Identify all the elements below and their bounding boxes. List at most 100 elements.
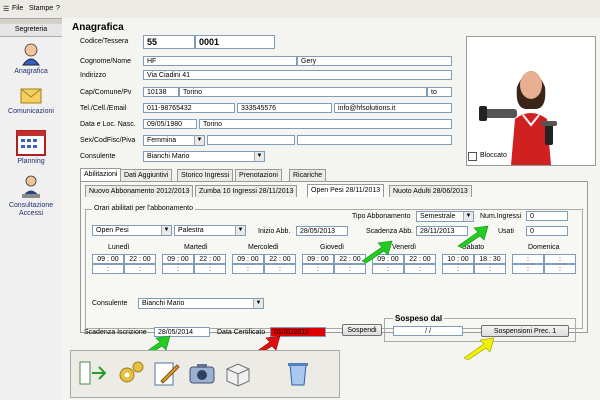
bottom-toolbar xyxy=(70,350,340,398)
abb-consulente-label: Consulente xyxy=(92,300,128,307)
sospeso-date-field[interactable]: / / xyxy=(393,326,463,336)
indirizzo-field[interactable]: Via Ciadini 41 xyxy=(143,70,452,80)
day-lunedi-to-2[interactable]: : xyxy=(124,264,156,274)
settings-icon[interactable] xyxy=(115,359,145,387)
day-martedi-to[interactable]: 22 : 00 xyxy=(194,254,226,264)
avatar-photo-icon xyxy=(467,37,595,165)
person-desk-icon xyxy=(22,175,40,198)
day-domenica-from[interactable]: : xyxy=(512,254,544,264)
tel-field[interactable]: 011-98765432 xyxy=(143,103,235,113)
camera-icon[interactable] xyxy=(187,359,217,387)
area-value: Palestra xyxy=(178,227,204,234)
day-mercoledi-from[interactable]: 09 : 00 xyxy=(232,254,264,264)
day-mercoledi-to-2[interactable]: : xyxy=(264,264,296,274)
day-martedi-from[interactable]: 09 : 00 xyxy=(162,254,194,264)
area-select[interactable]: Palestra ▼ xyxy=(174,225,246,236)
sidebar-item-anagrafica[interactable]: Anagrafica xyxy=(0,42,62,75)
day-mercoledi-from-2[interactable]: : xyxy=(232,264,264,274)
day-giovedi-from[interactable]: 09 : 00 xyxy=(302,254,334,264)
green-arrow-icon xyxy=(361,240,393,263)
sidebar-item-planning[interactable]: Planning xyxy=(0,130,62,165)
bloccato-checkbox[interactable] xyxy=(468,152,477,161)
usati-field[interactable]: 0 xyxy=(526,226,568,236)
subtab-bar: Nuovo Abbonamento 2012/2013 Zumba 10 Ing… xyxy=(85,184,575,197)
day-lunedi-from[interactable]: 09 : 00 xyxy=(92,254,124,264)
tab-abilitazioni[interactable]: Abilitazioni xyxy=(80,168,122,181)
box-icon[interactable] xyxy=(223,359,253,387)
indirizzo-label: Indirizzo xyxy=(80,72,107,79)
menu-help[interactable]: ? xyxy=(56,5,60,12)
tipo-abbonamento-select[interactable]: Semestrale ▼ xyxy=(416,211,474,222)
tel-label: Tel./Cell./Email xyxy=(80,105,127,112)
num-ingressi-label: Num.Ingressi xyxy=(480,213,522,220)
cognome-label: Cognome/Nome xyxy=(80,58,131,65)
day-sabato-from-2[interactable]: : xyxy=(442,264,474,274)
day-lunedi-from-2[interactable]: : xyxy=(92,264,124,274)
subtab-nuoto-adulti[interactable]: Nuoto Adulti 28/06/2013 xyxy=(389,185,472,197)
codfisc-field[interactable] xyxy=(207,135,295,145)
codice-label: Codice/Tessera xyxy=(80,38,129,45)
sesso-value: Femmina xyxy=(147,137,177,144)
day-giovedi-label: Giovedì xyxy=(320,244,345,251)
abb-consulente-select[interactable]: Bianchi Mario ▼ xyxy=(138,298,264,309)
day-domenica-to[interactable]: : xyxy=(544,254,576,264)
sesso-select[interactable]: Femmina ▼ xyxy=(143,135,205,146)
loc-nascita-field[interactable]: Torino xyxy=(199,119,452,129)
day-domenica-label: Domenica xyxy=(528,244,560,251)
day-mercoledi-label: Mercoledì xyxy=(248,244,279,251)
day-lunedi-label: Lunedì xyxy=(108,244,130,251)
cognome-field[interactable]: HF xyxy=(143,56,297,66)
day-venerdi-to-2[interactable]: : xyxy=(404,264,436,274)
pv-field[interactable]: to xyxy=(427,87,452,97)
orari-group: Orari abilitati per l'abbonamento Open P… xyxy=(85,205,583,329)
tab-storico-ingressi[interactable]: Storico Ingressi xyxy=(177,169,234,181)
codice-field[interactable]: 55 xyxy=(143,35,195,49)
day-sabato-to[interactable]: 18 : 30 xyxy=(474,254,506,264)
app-menu-icon[interactable]: ☰ xyxy=(3,5,9,13)
edit-icon[interactable] xyxy=(151,359,181,387)
inizio-field[interactable]: 28/05/2013 xyxy=(296,226,348,236)
tessera-field[interactable]: 0001 xyxy=(195,35,275,49)
day-lunedi-to[interactable]: 22 : 00 xyxy=(124,254,156,264)
num-ingressi-field[interactable]: 0 xyxy=(526,211,568,221)
day-domenica-to-2[interactable]: : xyxy=(544,264,576,274)
sidebar-item-comunicazioni[interactable]: Comunicazioni xyxy=(0,86,62,115)
abb-consulente-value: Bianchi Mario xyxy=(142,300,185,307)
day-sabato-to-2[interactable]: : xyxy=(474,264,506,274)
day-giovedi-to-2[interactable]: : xyxy=(334,264,366,274)
email-field[interactable]: info@hfsolutions.it xyxy=(334,103,452,113)
day-domenica-from-2[interactable]: : xyxy=(512,264,544,274)
tab-ricariche[interactable]: Ricariche xyxy=(289,169,327,181)
day-martedi-to-2[interactable]: : xyxy=(194,264,226,274)
day-giovedi-from-2[interactable]: : xyxy=(302,264,334,274)
section-title: Anagrafica xyxy=(72,22,124,33)
bloccato-label: Bloccato xyxy=(480,152,507,159)
chevron-down-icon: ▼ xyxy=(194,136,204,145)
tab-prenotazioni[interactable]: Prenotazioni xyxy=(235,169,282,181)
cap-field[interactable]: 10138 xyxy=(143,87,179,97)
chevron-down-icon: ▼ xyxy=(161,226,171,235)
menu-stampe[interactable]: Stampe xyxy=(29,5,53,12)
consulente-select[interactable]: Bianchi Mario ▼ xyxy=(143,151,265,162)
data-nascita-field[interactable]: 09/05/1980 xyxy=(143,119,197,129)
menu-file[interactable]: File xyxy=(12,5,23,12)
day-martedi-from-2[interactable]: : xyxy=(162,264,194,274)
day-mercoledi-to[interactable]: 22 : 00 xyxy=(264,254,296,264)
cell-field[interactable]: 333545576 xyxy=(237,103,332,113)
abbonamento-select[interactable]: Open Pesi ▼ xyxy=(92,225,172,236)
delete-icon[interactable] xyxy=(283,359,313,387)
subtab-open-pesi[interactable]: Open Pesi 28/11/2013 xyxy=(307,184,385,197)
nome-field[interactable]: Gery xyxy=(297,56,452,66)
orari-group-title: Orari abilitati per l'abbonamento xyxy=(92,205,196,212)
sidebar-item-consultazione[interactable]: Consultazione Accessi xyxy=(0,174,62,218)
subtab-nuovo-abbonamento[interactable]: Nuovo Abbonamento 2012/2013 xyxy=(85,185,194,197)
comune-field[interactable]: Torino xyxy=(179,87,427,97)
day-venerdi-to[interactable]: 22 : 00 xyxy=(404,254,436,264)
piva-field[interactable] xyxy=(297,135,452,145)
subtab-zumba[interactable]: Zumba 10 Ingressi 28/11/2013 xyxy=(195,185,298,197)
exit-icon[interactable] xyxy=(77,359,107,387)
tab-dati-aggiuntivi[interactable]: Dati Aggiuntivi xyxy=(120,169,173,181)
day-venerdi-from-2[interactable]: : xyxy=(372,264,404,274)
sospendi-button[interactable]: Sospendi xyxy=(342,324,382,336)
day-sabato-from[interactable]: 10 : 00 xyxy=(442,254,474,264)
